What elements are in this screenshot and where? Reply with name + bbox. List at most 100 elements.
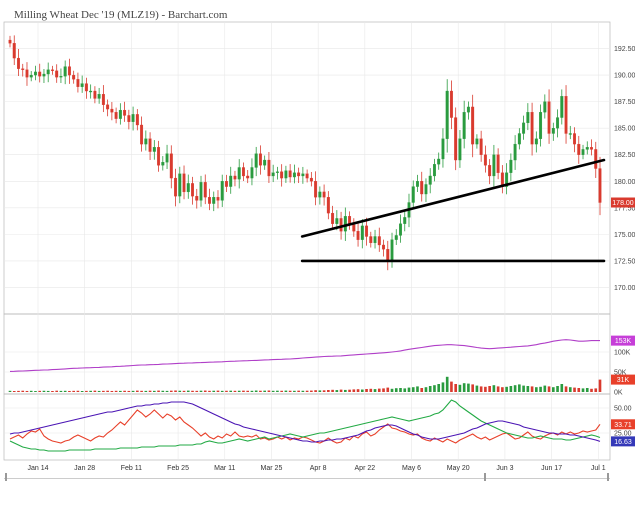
price-tick-label: 172.50	[614, 258, 635, 265]
price-tick-label: 185.00	[614, 126, 635, 133]
volume-bar	[450, 381, 453, 392]
volume-bar	[390, 388, 394, 392]
candle-body	[34, 71, 37, 76]
candle-body	[352, 224, 356, 232]
candle-body	[509, 159, 513, 173]
volume-bar	[327, 390, 330, 392]
volume-bar	[85, 390, 88, 392]
candle-body	[169, 153, 173, 179]
x-tick-label: Jan 28	[74, 465, 95, 472]
volume-bar	[594, 388, 598, 392]
time-navigator-handle-mid[interactable]	[484, 473, 486, 481]
candle-body	[97, 94, 101, 99]
volume-bar	[29, 390, 33, 392]
volume-bar	[114, 390, 118, 392]
time-navigator-handle-left[interactable]	[5, 473, 7, 481]
volume-bar	[123, 390, 126, 392]
volume-bar	[564, 386, 568, 392]
chart-title: Milling Wheat Dec '19 (MLZ19) - Barchart…	[14, 9, 228, 21]
candle-body	[8, 39, 12, 44]
candle-body	[216, 197, 220, 201]
volume-bar	[97, 390, 101, 392]
candle-body	[581, 149, 585, 155]
volume-bar	[535, 387, 538, 392]
candle-body	[534, 138, 538, 145]
price-tick-label: 182.50	[614, 152, 635, 159]
volume-bar	[267, 390, 271, 392]
volume-bar	[467, 383, 470, 392]
candle-body	[551, 128, 555, 134]
candle-body	[441, 138, 445, 160]
volume-bar	[131, 390, 135, 392]
volume-bar	[513, 385, 517, 392]
candle-body	[445, 90, 449, 139]
volume-bar	[407, 387, 411, 392]
volume-bar	[556, 386, 559, 392]
candle-body	[246, 175, 250, 179]
candle-body	[539, 112, 543, 139]
candle-body	[458, 138, 462, 161]
candle-body	[377, 236, 381, 246]
volume-bar	[293, 390, 296, 392]
time-navigator-track	[4, 478, 610, 479]
volume-bar	[411, 387, 415, 392]
candle-body	[114, 112, 118, 119]
candle-body	[131, 114, 135, 122]
volume-bar	[365, 389, 368, 392]
volume-bar	[305, 390, 309, 392]
candle-body	[72, 74, 76, 80]
candle-body	[254, 153, 258, 168]
volume-bar	[522, 385, 525, 392]
x-tick-label: Feb 25	[167, 465, 189, 472]
candle-body	[50, 69, 54, 71]
volume-bar	[416, 386, 419, 392]
volume-bar	[276, 390, 279, 392]
volume-bar	[229, 390, 233, 392]
candle-body	[568, 133, 572, 135]
volume-bar	[186, 390, 190, 392]
candle-body	[89, 90, 93, 93]
volume-bar	[314, 390, 317, 392]
volume-bar	[310, 390, 313, 392]
volume-bar	[136, 390, 139, 392]
volume-bar	[21, 390, 25, 392]
candle-body	[335, 218, 339, 224]
volume-bar	[590, 388, 593, 392]
volume-bar	[153, 390, 156, 392]
candle-body	[199, 182, 203, 201]
candle-body	[339, 218, 343, 232]
volume-bar	[237, 390, 241, 392]
candle-body	[356, 231, 360, 240]
volume-bar	[598, 379, 602, 392]
volume-bar	[335, 390, 339, 392]
volume-bar	[479, 386, 483, 392]
candle-body	[110, 108, 114, 113]
volume-bar	[433, 385, 436, 392]
candle-body	[305, 173, 309, 179]
candle-body	[475, 138, 479, 145]
candle-body	[59, 76, 63, 78]
volume-bar	[369, 388, 373, 392]
candle-body	[301, 173, 305, 177]
candle-body	[517, 133, 521, 145]
oscillator-value-label: 16.63	[614, 439, 632, 446]
candle-body	[203, 182, 207, 198]
volume-bar	[403, 388, 407, 392]
volume-bar	[462, 383, 466, 392]
volume-bar	[543, 385, 547, 392]
candle-body	[157, 147, 161, 166]
candle-body	[237, 167, 241, 180]
candle-body	[21, 68, 25, 70]
volume-bar	[63, 390, 67, 392]
candle-body	[322, 191, 326, 198]
x-tick-label: May 6	[402, 465, 421, 472]
volume-bar	[178, 390, 182, 392]
candle-body	[55, 70, 59, 78]
candle-body	[343, 216, 347, 232]
candle-body	[454, 117, 458, 161]
volume-bar	[34, 391, 37, 392]
time-navigator-handle-right[interactable]	[607, 473, 609, 481]
candle-body	[466, 106, 470, 113]
volume-bar	[356, 389, 360, 392]
volume-bar	[301, 390, 305, 392]
